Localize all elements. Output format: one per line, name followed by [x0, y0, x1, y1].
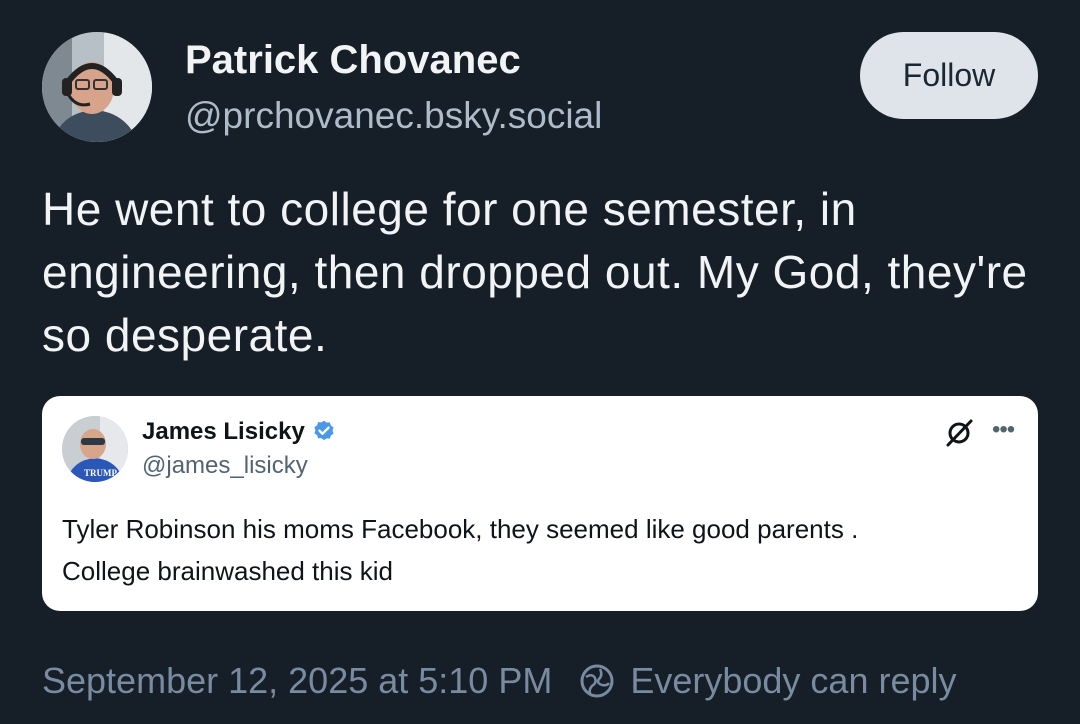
post-footer: September 12, 2025 at 5:10 PM Everybody …	[42, 657, 957, 705]
author-name[interactable]: Patrick Chovanec	[185, 38, 521, 83]
reply-setting[interactable]: Everybody can reply	[630, 660, 956, 702]
quoted-author-handle: @james_lisicky	[142, 452, 308, 479]
quoted-text-line-2: College brainwashed this kid	[62, 556, 393, 586]
quoted-author-avatar: TRUMP	[62, 416, 128, 482]
quoted-text: Tyler Robinson his moms Facebook, they s…	[62, 508, 1022, 592]
quoted-name-row: James Lisicky	[142, 418, 337, 446]
follow-button[interactable]: Follow	[860, 32, 1038, 119]
quoted-author-name: James Lisicky	[142, 418, 305, 445]
post: Patrick Chovanec @prchovanec.bsky.social…	[0, 0, 1080, 724]
author-handle[interactable]: @prchovanec.bsky.social	[185, 95, 602, 137]
author-avatar[interactable]	[42, 32, 152, 142]
more-options-icon: •••	[992, 416, 1015, 443]
quoted-avatar-badge-text: TRUMP	[84, 468, 117, 478]
quoted-screenshot-card[interactable]: TRUMP James Lisicky @james_lisicky ••• T…	[42, 396, 1038, 611]
verified-badge-icon	[311, 419, 337, 445]
reply-permissions-icon	[578, 662, 616, 700]
post-timestamp[interactable]: September 12, 2025 at 5:10 PM	[42, 660, 552, 702]
quoted-text-line-1: Tyler Robinson his moms Facebook, they s…	[62, 514, 859, 544]
post-text: He went to college for one semester, in …	[42, 183, 1028, 361]
grok-icon	[944, 418, 974, 448]
